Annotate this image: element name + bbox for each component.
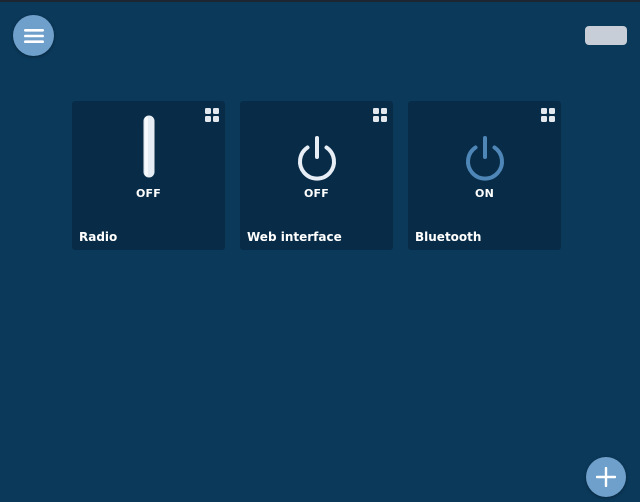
power-icon bbox=[297, 136, 336, 181]
tile-label: Radio bbox=[79, 230, 118, 244]
top-edge bbox=[0, 0, 640, 2]
plus-icon bbox=[596, 467, 616, 487]
tile-bluetooth[interactable]: ON Bluetooth bbox=[408, 101, 561, 250]
top-right-button[interactable] bbox=[585, 26, 627, 45]
grid-icon[interactable] bbox=[541, 108, 555, 122]
tile-state: OFF bbox=[304, 187, 329, 200]
power-icon bbox=[465, 136, 504, 181]
tile-state: OFF bbox=[136, 187, 161, 200]
hamburger-menu-icon bbox=[23, 28, 44, 43]
menu-button[interactable] bbox=[13, 15, 54, 56]
toggle-bar-icon bbox=[143, 115, 154, 178]
tile-web-interface[interactable]: OFF Web interface bbox=[240, 101, 393, 250]
bluetooth-power-button[interactable] bbox=[463, 135, 507, 187]
tile-label: Bluetooth bbox=[415, 230, 482, 244]
grid-icon[interactable] bbox=[205, 108, 219, 122]
web-interface-power-button[interactable] bbox=[295, 135, 339, 187]
grid-icon[interactable] bbox=[373, 108, 387, 122]
tile-radio[interactable]: OFF Radio bbox=[72, 101, 225, 250]
radio-toggle[interactable] bbox=[143, 115, 155, 182]
add-button[interactable] bbox=[586, 457, 626, 497]
tile-label: Web interface bbox=[247, 230, 342, 244]
tile-state: ON bbox=[475, 187, 494, 200]
